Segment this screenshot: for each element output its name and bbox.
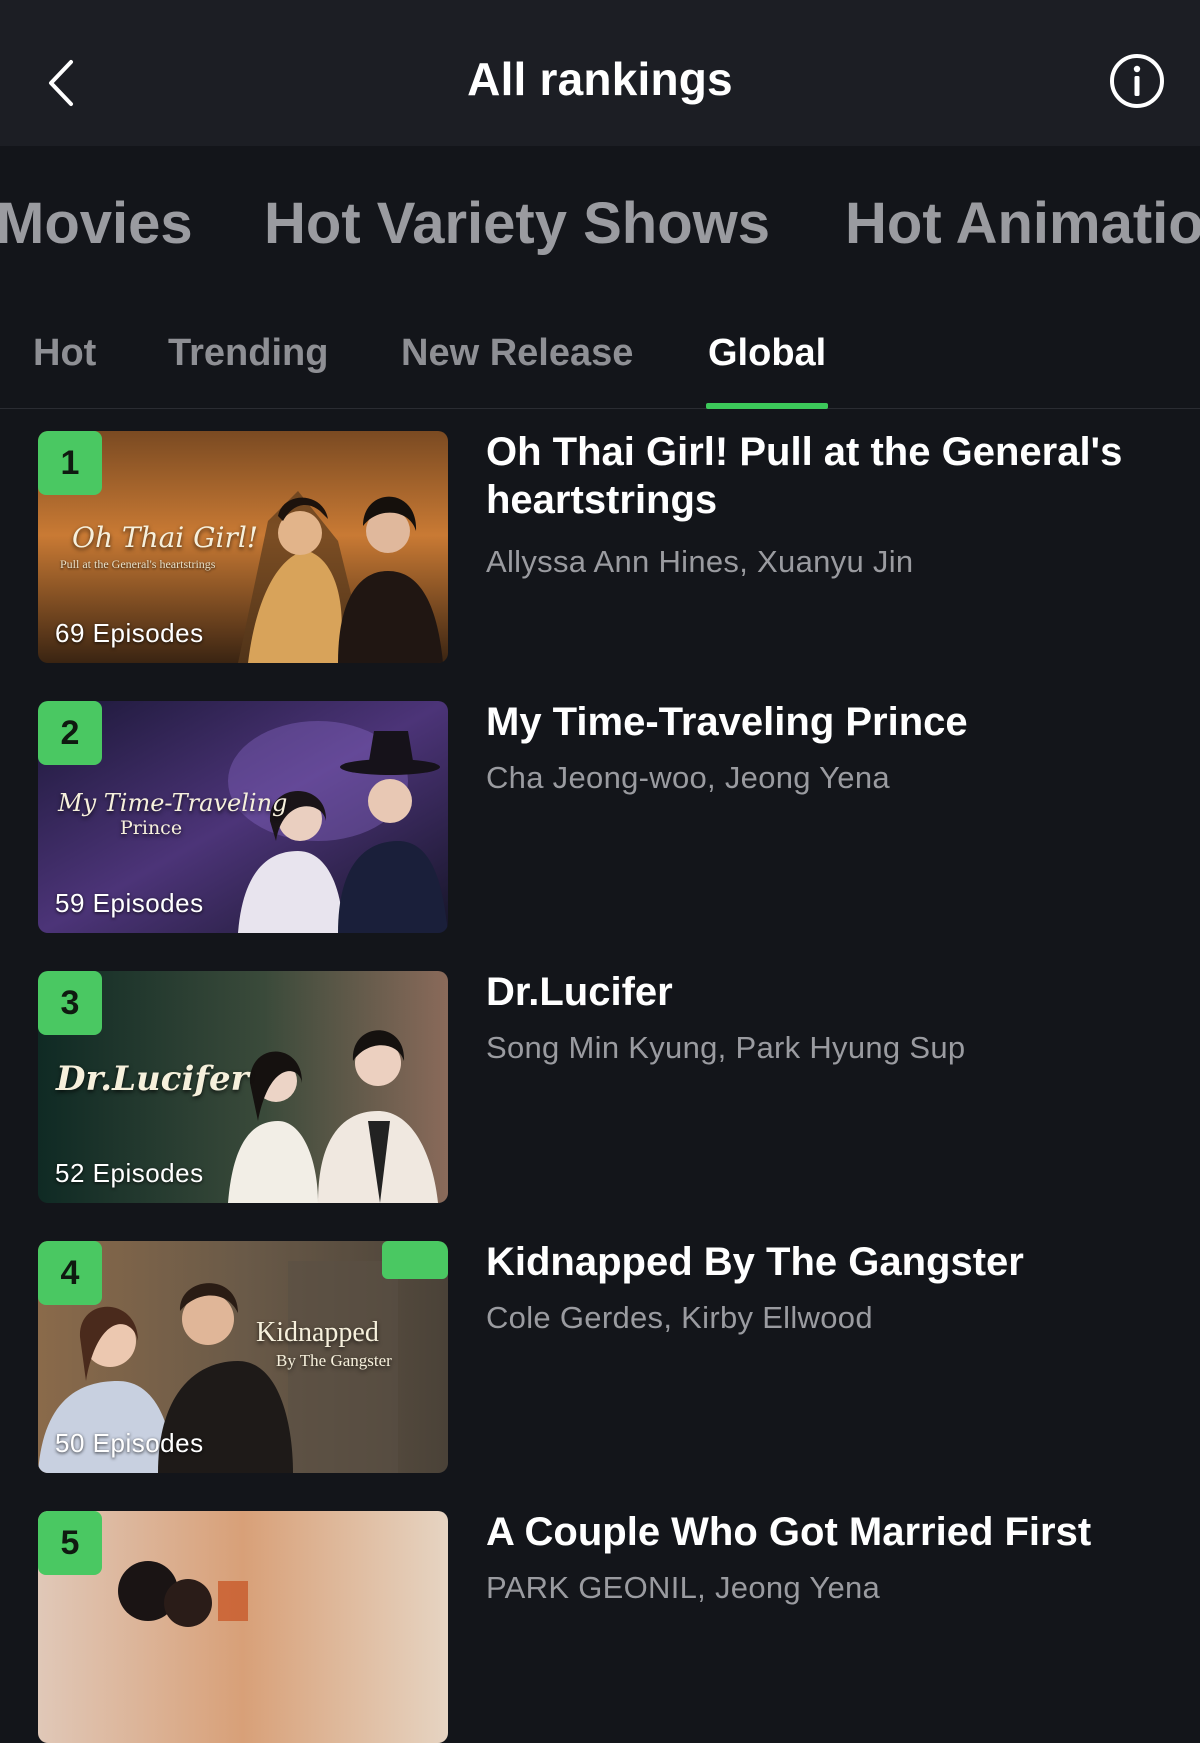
tab-global[interactable]: Global [708, 332, 826, 375]
category-tab-movies[interactable]: Movies [0, 190, 193, 257]
item-title[interactable]: Oh Thai Girl! Pull at the General's hear… [486, 428, 1176, 524]
rank-badge: 2 [38, 701, 102, 765]
tab-new-release[interactable]: New Release [401, 332, 633, 375]
item-cast: Allyssa Ann Hines, Xuanyu Jin [486, 544, 914, 579]
item-cast: Cole Gerdes, Kirby Ellwood [486, 1300, 873, 1335]
top-bar: All rankings [0, 0, 1200, 146]
item-title[interactable]: Dr.Lucifer [486, 968, 1176, 1016]
ranking-item[interactable]: Dr.Lucifer 3 52 Episodes Dr.Lucifer Song… [0, 948, 1200, 1203]
episode-count: 69 Episodes [55, 618, 204, 648]
poster-thumbnail[interactable]: Oh Thai Girl! Pull at the General's hear… [38, 431, 448, 663]
rank-badge: 1 [38, 431, 102, 495]
category-tab-hot-variety-shows[interactable]: Hot Variety Shows [264, 190, 770, 257]
poster-thumbnail[interactable]: 5 [38, 1511, 448, 1743]
ranking-item[interactable]: My Time-Traveling Prince 2 59 Episodes M… [0, 678, 1200, 933]
poster-thumbnail[interactable]: My Time-Traveling Prince 2 59 Episodes [38, 701, 448, 933]
poster-thumbnail[interactable]: Dr.Lucifer 3 52 Episodes [38, 971, 448, 1203]
tab-trending[interactable]: Trending [168, 332, 328, 375]
item-cast: Cha Jeong-woo, Jeong Yena [486, 760, 890, 795]
page-title: All rankings [467, 53, 733, 105]
rank-badge: 3 [38, 971, 102, 1035]
poster-title: Kidnapped [256, 1317, 379, 1348]
sub-tabs: Hot Trending New Release Global [0, 296, 1200, 409]
item-cast: Song Min Kyung, Park Hyung Sup [486, 1030, 966, 1065]
category-tabs: Movies Hot Variety Shows Hot Animatio [0, 146, 1200, 296]
poster-title: Oh Thai Girl! [72, 521, 259, 554]
item-title[interactable]: My Time-Traveling Prince [486, 698, 1176, 746]
poster-subtitle: By The Gangster [276, 1351, 392, 1370]
episode-count: 52 Episodes [55, 1158, 204, 1188]
poster-thumbnail[interactable]: Kidnapped By The Gangster 4 50 Episodes [38, 1241, 448, 1473]
item-title[interactable]: A Couple Who Got Married First [486, 1508, 1176, 1556]
tab-hot[interactable]: Hot [33, 332, 96, 375]
item-cast: PARK GEONIL, Jeong Yena [486, 1570, 881, 1605]
poster-title: Dr.Lucifer [56, 1059, 249, 1099]
info-circle-icon [1110, 54, 1164, 108]
rank-badge: 5 [38, 1511, 102, 1575]
item-title[interactable]: Kidnapped By The Gangster [486, 1238, 1176, 1286]
poster-subtitle: Prince [120, 817, 183, 839]
ranking-item[interactable]: Oh Thai Girl! Pull at the General's hear… [0, 408, 1200, 663]
episode-count: 59 Episodes [55, 888, 204, 918]
category-tab-hot-animation[interactable]: Hot Animatio [845, 190, 1200, 257]
corner-tag-badge [382, 1241, 448, 1279]
rank-badge: 4 [38, 1241, 102, 1305]
info-button[interactable] [1108, 52, 1166, 110]
ranking-item[interactable]: 5 A Couple Who Got Married First PARK GE… [0, 1488, 1200, 1743]
ranking-item[interactable]: Kidnapped By The Gangster 4 50 Episodes … [0, 1218, 1200, 1473]
episode-count: 50 Episodes [55, 1428, 204, 1458]
poster-subtitle: Pull at the General's heartstrings [60, 557, 216, 571]
poster-title: My Time-Traveling [58, 789, 288, 817]
